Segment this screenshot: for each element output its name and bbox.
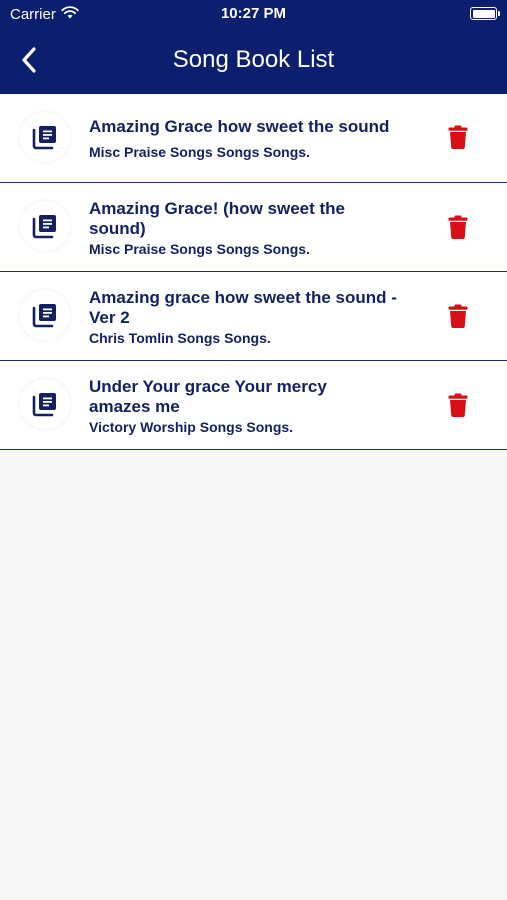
song-title: Under Your grace Your mercy amazes me <box>89 377 327 416</box>
status-time: 10:27 PM <box>220 5 287 22</box>
delete-button[interactable] <box>446 214 470 240</box>
header: Carrier 10:27 PM Song Book List <box>0 0 507 94</box>
song-row[interactable]: Amazing Grace how sweet the sound Misc P… <box>0 94 507 183</box>
song-list: Amazing Grace how sweet the sound Misc P… <box>0 94 507 450</box>
trash-icon <box>448 125 468 149</box>
status-bar: Carrier 10:27 PM <box>0 0 507 28</box>
song-book-icon <box>20 201 70 251</box>
song-subtitle: Misc Praise Songs Songs Songs. <box>89 144 310 160</box>
song-book-icon <box>20 290 70 340</box>
delete-button[interactable] <box>446 392 470 418</box>
delete-button[interactable] <box>446 303 470 329</box>
trash-icon <box>448 215 468 239</box>
battery-icon <box>470 7 500 20</box>
trash-icon <box>448 304 468 328</box>
song-subtitle: Victory Worship Songs Songs. <box>89 419 294 435</box>
song-book-icon <box>20 379 70 429</box>
song-row[interactable]: Under Your grace Your mercy amazes me Vi… <box>0 361 507 450</box>
page-title: Song Book List <box>172 46 335 73</box>
song-subtitle: Misc Praise Songs Songs Songs. <box>89 241 310 257</box>
song-book-icon <box>20 112 70 162</box>
song-title: Amazing Grace! (how sweet the sound) <box>89 199 345 238</box>
song-title: Amazing grace how sweet the sound - Ver … <box>89 288 397 327</box>
song-subtitle: Chris Tomlin Songs Songs. <box>89 330 271 346</box>
song-title: Amazing Grace how sweet the sound <box>89 117 390 136</box>
song-row[interactable]: Amazing grace how sweet the sound - Ver … <box>0 272 507 361</box>
delete-button[interactable] <box>446 124 470 150</box>
trash-icon <box>448 393 468 417</box>
song-row[interactable]: Amazing Grace! (how sweet the sound) Mis… <box>0 183 507 272</box>
